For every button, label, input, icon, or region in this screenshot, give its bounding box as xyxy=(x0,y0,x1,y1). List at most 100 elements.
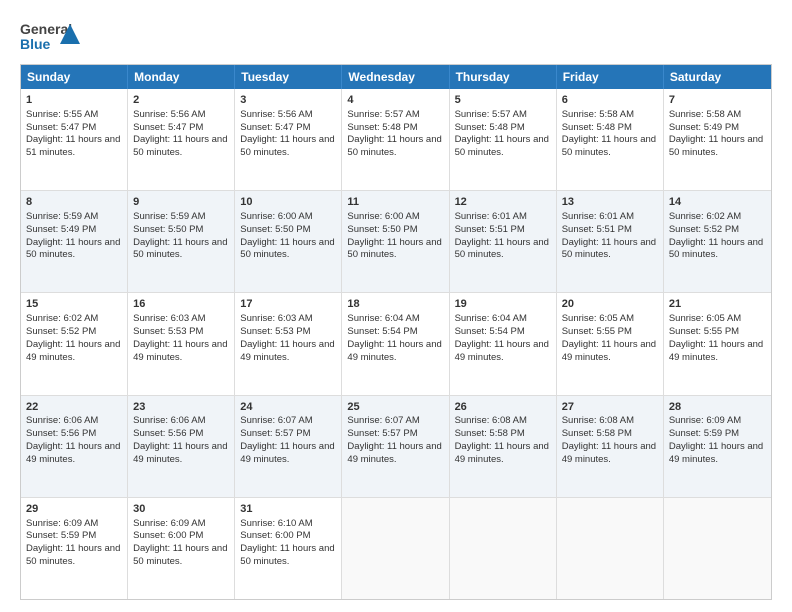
calendar-cell: 12Sunrise: 6:01 AMSunset: 5:51 PMDayligh… xyxy=(450,191,557,292)
header-day-wednesday: Wednesday xyxy=(342,65,449,89)
sunrise-label: Sunrise: 5:56 AM xyxy=(133,109,205,120)
day-number: 4 xyxy=(347,93,443,108)
sunrise-label: Sunrise: 6:03 AM xyxy=(133,313,205,324)
sunset-label: Sunset: 5:55 PM xyxy=(669,326,739,337)
sunrise-label: Sunrise: 6:08 AM xyxy=(562,415,634,426)
header-day-saturday: Saturday xyxy=(664,65,771,89)
calendar: SundayMondayTuesdayWednesdayThursdayFrid… xyxy=(20,64,772,600)
daylight-label: Daylight: 11 hours and 50 minutes. xyxy=(26,543,120,567)
calendar-cell xyxy=(557,498,664,599)
sunrise-label: Sunrise: 6:06 AM xyxy=(133,415,205,426)
day-number: 16 xyxy=(133,297,229,312)
sunset-label: Sunset: 6:00 PM xyxy=(240,530,310,541)
calendar-cell: 17Sunrise: 6:03 AMSunset: 5:53 PMDayligh… xyxy=(235,293,342,394)
daylight-label: Daylight: 11 hours and 49 minutes. xyxy=(240,441,334,465)
daylight-label: Daylight: 11 hours and 49 minutes. xyxy=(240,339,334,363)
calendar-cell xyxy=(664,498,771,599)
daylight-label: Daylight: 11 hours and 50 minutes. xyxy=(240,543,334,567)
sunrise-label: Sunrise: 6:08 AM xyxy=(455,415,527,426)
day-number: 19 xyxy=(455,297,551,312)
day-number: 15 xyxy=(26,297,122,312)
calendar-cell: 2Sunrise: 5:56 AMSunset: 5:47 PMDaylight… xyxy=(128,89,235,190)
header-day-sunday: Sunday xyxy=(21,65,128,89)
daylight-label: Daylight: 11 hours and 50 minutes. xyxy=(669,134,763,158)
sunset-label: Sunset: 5:58 PM xyxy=(562,428,632,439)
sunrise-label: Sunrise: 6:00 AM xyxy=(240,211,312,222)
calendar-cell: 16Sunrise: 6:03 AMSunset: 5:53 PMDayligh… xyxy=(128,293,235,394)
sunset-label: Sunset: 5:49 PM xyxy=(669,122,739,133)
sunrise-label: Sunrise: 5:57 AM xyxy=(455,109,527,120)
sunset-label: Sunset: 5:59 PM xyxy=(669,428,739,439)
daylight-label: Daylight: 11 hours and 50 minutes. xyxy=(240,134,334,158)
calendar-cell: 8Sunrise: 5:59 AMSunset: 5:49 PMDaylight… xyxy=(21,191,128,292)
calendar-cell xyxy=(342,498,449,599)
calendar-cell: 19Sunrise: 6:04 AMSunset: 5:54 PMDayligh… xyxy=(450,293,557,394)
sunset-label: Sunset: 5:49 PM xyxy=(26,224,96,235)
logo: General Blue xyxy=(20,16,80,54)
svg-text:Blue: Blue xyxy=(20,36,51,52)
day-number: 23 xyxy=(133,400,229,415)
sunset-label: Sunset: 5:56 PM xyxy=(26,428,96,439)
calendar-header: SundayMondayTuesdayWednesdayThursdayFrid… xyxy=(21,65,771,89)
calendar-cell: 1Sunrise: 5:55 AMSunset: 5:47 PMDaylight… xyxy=(21,89,128,190)
calendar-cell: 25Sunrise: 6:07 AMSunset: 5:57 PMDayligh… xyxy=(342,396,449,497)
calendar-cell: 29Sunrise: 6:09 AMSunset: 5:59 PMDayligh… xyxy=(21,498,128,599)
calendar-cell: 21Sunrise: 6:05 AMSunset: 5:55 PMDayligh… xyxy=(664,293,771,394)
day-number: 18 xyxy=(347,297,443,312)
calendar-week-1: 1Sunrise: 5:55 AMSunset: 5:47 PMDaylight… xyxy=(21,89,771,190)
sunset-label: Sunset: 5:51 PM xyxy=(562,224,632,235)
day-number: 25 xyxy=(347,400,443,415)
daylight-label: Daylight: 11 hours and 49 minutes. xyxy=(455,441,549,465)
daylight-label: Daylight: 11 hours and 50 minutes. xyxy=(347,237,441,261)
sunset-label: Sunset: 5:54 PM xyxy=(455,326,525,337)
svg-text:General: General xyxy=(20,21,72,37)
daylight-label: Daylight: 11 hours and 51 minutes. xyxy=(26,134,120,158)
sunrise-label: Sunrise: 6:02 AM xyxy=(669,211,741,222)
day-number: 6 xyxy=(562,93,658,108)
sunrise-label: Sunrise: 5:55 AM xyxy=(26,109,98,120)
day-number: 7 xyxy=(669,93,766,108)
calendar-cell: 31Sunrise: 6:10 AMSunset: 6:00 PMDayligh… xyxy=(235,498,342,599)
daylight-label: Daylight: 11 hours and 50 minutes. xyxy=(669,237,763,261)
calendar-cell: 14Sunrise: 6:02 AMSunset: 5:52 PMDayligh… xyxy=(664,191,771,292)
daylight-label: Daylight: 11 hours and 50 minutes. xyxy=(455,237,549,261)
sunset-label: Sunset: 5:54 PM xyxy=(347,326,417,337)
calendar-body: 1Sunrise: 5:55 AMSunset: 5:47 PMDaylight… xyxy=(21,89,771,599)
sunrise-label: Sunrise: 6:09 AM xyxy=(669,415,741,426)
day-number: 30 xyxy=(133,502,229,517)
sunrise-label: Sunrise: 6:07 AM xyxy=(347,415,419,426)
calendar-cell: 27Sunrise: 6:08 AMSunset: 5:58 PMDayligh… xyxy=(557,396,664,497)
daylight-label: Daylight: 11 hours and 50 minutes. xyxy=(133,543,227,567)
sunrise-label: Sunrise: 6:05 AM xyxy=(669,313,741,324)
sunrise-label: Sunrise: 6:09 AM xyxy=(26,518,98,529)
sunset-label: Sunset: 5:47 PM xyxy=(240,122,310,133)
calendar-cell: 3Sunrise: 5:56 AMSunset: 5:47 PMDaylight… xyxy=(235,89,342,190)
sunrise-label: Sunrise: 5:56 AM xyxy=(240,109,312,120)
daylight-label: Daylight: 11 hours and 50 minutes. xyxy=(347,134,441,158)
sunrise-label: Sunrise: 6:04 AM xyxy=(455,313,527,324)
day-number: 24 xyxy=(240,400,336,415)
sunrise-label: Sunrise: 6:04 AM xyxy=(347,313,419,324)
calendar-cell: 15Sunrise: 6:02 AMSunset: 5:52 PMDayligh… xyxy=(21,293,128,394)
daylight-label: Daylight: 11 hours and 49 minutes. xyxy=(562,441,656,465)
sunset-label: Sunset: 5:56 PM xyxy=(133,428,203,439)
sunset-label: Sunset: 5:48 PM xyxy=(562,122,632,133)
calendar-cell: 9Sunrise: 5:59 AMSunset: 5:50 PMDaylight… xyxy=(128,191,235,292)
daylight-label: Daylight: 11 hours and 50 minutes. xyxy=(133,134,227,158)
calendar-cell: 20Sunrise: 6:05 AMSunset: 5:55 PMDayligh… xyxy=(557,293,664,394)
day-number: 14 xyxy=(669,195,766,210)
sunset-label: Sunset: 5:51 PM xyxy=(455,224,525,235)
daylight-label: Daylight: 11 hours and 50 minutes. xyxy=(562,237,656,261)
calendar-cell: 6Sunrise: 5:58 AMSunset: 5:48 PMDaylight… xyxy=(557,89,664,190)
sunrise-label: Sunrise: 6:00 AM xyxy=(347,211,419,222)
sunset-label: Sunset: 5:58 PM xyxy=(455,428,525,439)
daylight-label: Daylight: 11 hours and 49 minutes. xyxy=(347,339,441,363)
calendar-cell: 30Sunrise: 6:09 AMSunset: 6:00 PMDayligh… xyxy=(128,498,235,599)
calendar-cell: 10Sunrise: 6:00 AMSunset: 5:50 PMDayligh… xyxy=(235,191,342,292)
daylight-label: Daylight: 11 hours and 50 minutes. xyxy=(133,237,227,261)
day-number: 10 xyxy=(240,195,336,210)
daylight-label: Daylight: 11 hours and 49 minutes. xyxy=(347,441,441,465)
sunset-label: Sunset: 5:50 PM xyxy=(347,224,417,235)
sunset-label: Sunset: 5:47 PM xyxy=(26,122,96,133)
sunset-label: Sunset: 5:48 PM xyxy=(347,122,417,133)
